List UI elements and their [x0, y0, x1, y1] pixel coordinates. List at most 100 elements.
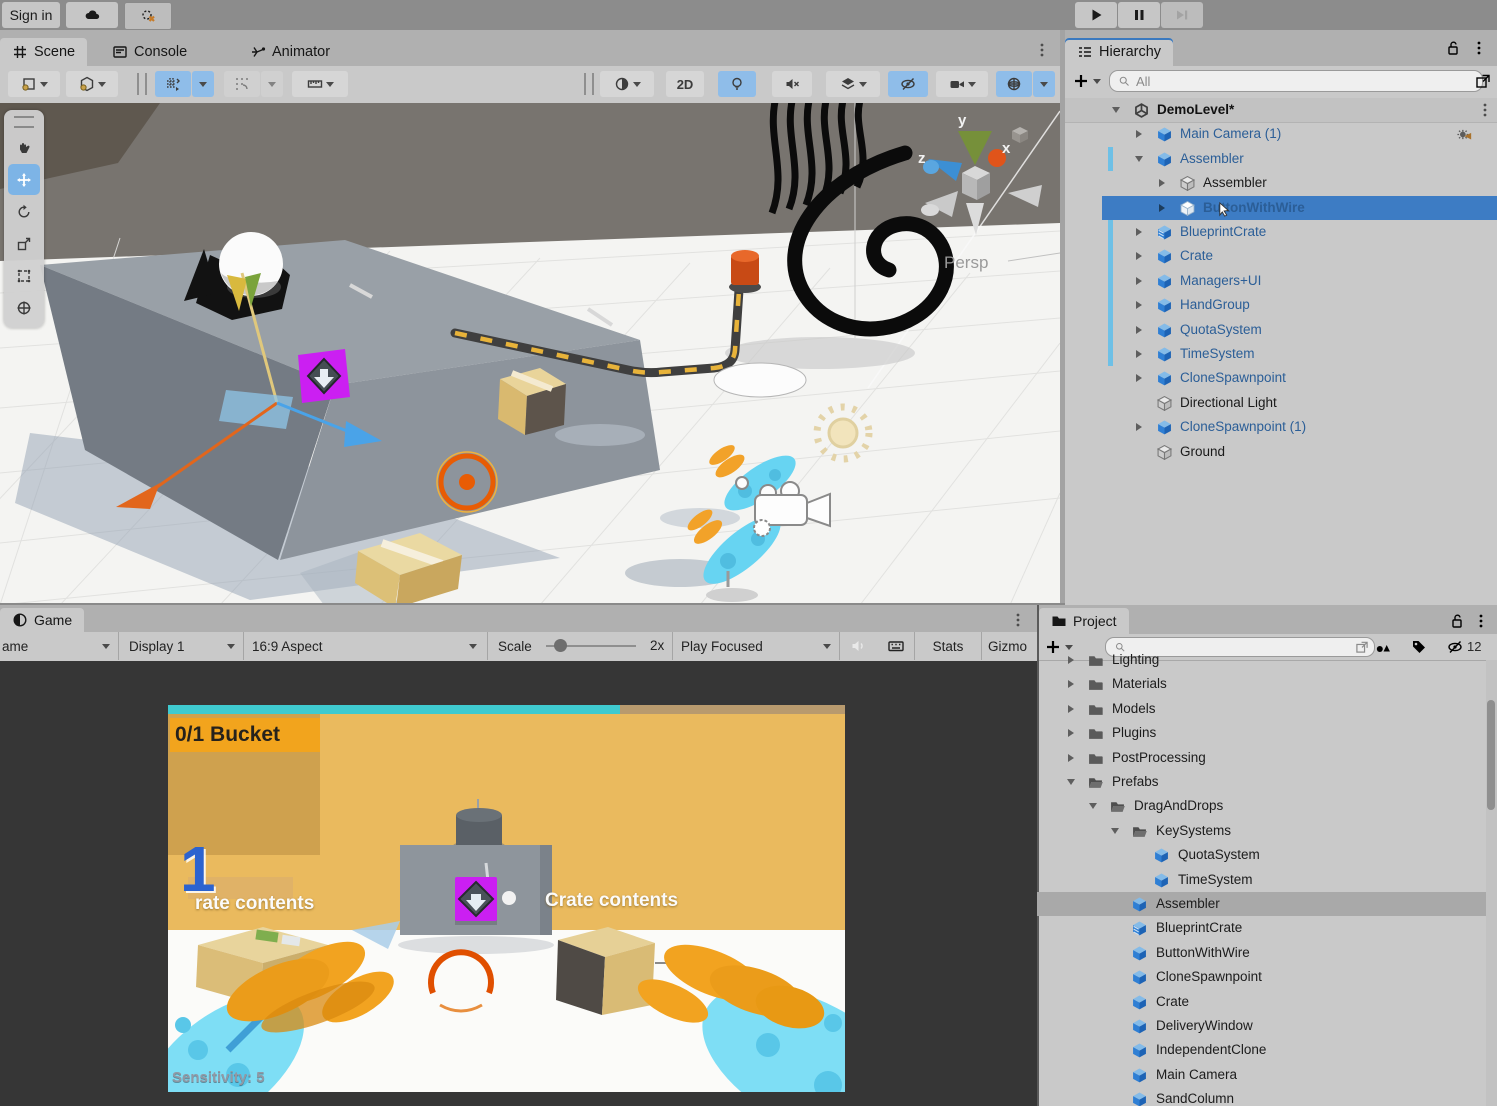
- move-tool[interactable]: [8, 164, 40, 195]
- transform-tool[interactable]: [8, 292, 40, 323]
- project-item-sandcolumn[interactable]: SandColumn: [1037, 1087, 1486, 1106]
- expand-arrow-icon[interactable]: [1068, 656, 1074, 664]
- project-item-postprocessing[interactable]: PostProcessing: [1037, 746, 1486, 770]
- play-button[interactable]: [1075, 2, 1117, 28]
- rect-tool[interactable]: [8, 260, 40, 291]
- display-dropdown[interactable]: Display 1: [119, 632, 244, 660]
- tab-scene[interactable]: Scene: [0, 38, 87, 66]
- scale-tool[interactable]: [8, 228, 40, 259]
- project-item-independentclone[interactable]: IndependentClone: [1037, 1038, 1486, 1062]
- create-object-button[interactable]: [1073, 73, 1089, 89]
- scene-effects-button[interactable]: [826, 71, 880, 97]
- project-item-quotasystem[interactable]: QuotaSystem: [1037, 843, 1486, 867]
- project-item-timesystem[interactable]: TimeSystem: [1037, 868, 1486, 892]
- hierarchy-item-quotasystem[interactable]: QuotaSystem: [1065, 318, 1497, 342]
- perspective-label[interactable]: Persp: [944, 253, 988, 272]
- scene-audio-button[interactable]: [772, 71, 812, 97]
- gizmos-toggle-button[interactable]: [996, 71, 1032, 97]
- expand-arrow-icon[interactable]: [1136, 252, 1142, 260]
- project-scrollbar-thumb[interactable]: [1487, 700, 1495, 810]
- hierarchy-item-directional-light[interactable]: Directional Light: [1065, 391, 1497, 415]
- expand-arrow-icon[interactable]: [1136, 301, 1142, 309]
- project-lock-icon[interactable]: [1449, 613, 1465, 629]
- project-item-prefabs[interactable]: Prefabs: [1037, 770, 1486, 794]
- tab-animator[interactable]: Animator: [238, 38, 342, 66]
- keyboard-capture-button[interactable]: [877, 632, 915, 660]
- hierarchy-item-buttonwithwire[interactable]: ButtonWithWire: [1065, 196, 1497, 220]
- open-search-window-icon[interactable]: [1475, 73, 1491, 89]
- expand-arrow-icon[interactable]: [1068, 680, 1074, 688]
- project-menu-icon[interactable]: [1473, 613, 1489, 629]
- gizmos-dropdown[interactable]: [1033, 71, 1055, 97]
- project-scrollbar-track[interactable]: [1486, 660, 1497, 1106]
- cloud-services-button[interactable]: [66, 2, 118, 28]
- rotate-tool[interactable]: [8, 196, 40, 227]
- expand-arrow-icon[interactable]: [1136, 277, 1142, 285]
- project-item-clonespawnpoint[interactable]: CloneSpawnpoint: [1037, 965, 1486, 989]
- ruler-tool-button[interactable]: [292, 71, 348, 97]
- stats-button[interactable]: Stats: [915, 632, 982, 660]
- expand-arrow-icon[interactable]: [1135, 156, 1143, 162]
- expand-arrow-icon[interactable]: [1067, 779, 1075, 785]
- scene-camera-settings-button[interactable]: [936, 71, 988, 97]
- expand-arrow-icon[interactable]: [1089, 803, 1097, 809]
- game-mode-dropdown[interactable]: ame: [0, 632, 119, 660]
- hierarchy-item-clonespawnpoint[interactable]: CloneSpawnpoint: [1065, 366, 1497, 390]
- scene-visibility-button[interactable]: [888, 71, 928, 97]
- sign-in-button[interactable]: Sign in: [2, 2, 60, 28]
- expand-arrow-icon[interactable]: [1159, 179, 1165, 187]
- snap-increment-dropdown[interactable]: [261, 71, 283, 97]
- project-item-draganddrops[interactable]: DragAndDrops: [1037, 794, 1486, 818]
- project-item-blueprintcrate[interactable]: BlueprintCrate: [1037, 916, 1486, 940]
- grid-snapping-button[interactable]: [155, 71, 191, 97]
- axis-y-label[interactable]: y: [958, 112, 967, 129]
- hierarchy-item-blueprintcrate[interactable]: BlueprintCrate: [1065, 220, 1497, 244]
- project-item-assembler[interactable]: Assembler: [1037, 892, 1486, 916]
- axis-x-label[interactable]: x: [1002, 140, 1011, 157]
- tab-project[interactable]: Project: [1039, 608, 1129, 634]
- step-button[interactable]: [1161, 2, 1203, 28]
- tool-handle-position-button[interactable]: [8, 71, 60, 97]
- project-item-keysystems[interactable]: KeySystems: [1037, 819, 1486, 843]
- axis-z-label[interactable]: z: [918, 150, 926, 167]
- game-render-area[interactable]: 0/1 Bucket 1 rate contents Crate content…: [168, 705, 845, 1092]
- view-hand-tool[interactable]: [8, 132, 40, 163]
- tools-drag-handle[interactable]: [14, 116, 34, 128]
- expand-arrow-icon[interactable]: [1111, 828, 1119, 834]
- hierarchy-menu-icon[interactable]: [1471, 40, 1487, 56]
- hierarchy-search-input[interactable]: All: [1109, 70, 1483, 92]
- grid-snapping-dropdown[interactable]: [192, 71, 214, 97]
- scene-context-menu-icon[interactable]: [1477, 102, 1493, 118]
- expand-arrow-icon[interactable]: [1068, 754, 1074, 762]
- expand-arrow-icon[interactable]: [1136, 326, 1142, 334]
- pause-button[interactable]: [1118, 2, 1160, 28]
- play-focus-dropdown[interactable]: Play Focused: [672, 632, 840, 660]
- project-item-lighting[interactable]: Lighting: [1037, 648, 1486, 672]
- tab-game[interactable]: Game: [0, 608, 84, 632]
- expand-arrow-icon[interactable]: [1068, 729, 1074, 737]
- expand-arrow-icon[interactable]: [1068, 705, 1074, 713]
- tab-hierarchy[interactable]: Hierarchy: [1065, 38, 1173, 66]
- hierarchy-item-demolevel[interactable]: DemoLevel*: [1065, 98, 1497, 123]
- gear-override-icon[interactable]: [1457, 127, 1477, 142]
- lock-icon[interactable]: [1445, 40, 1461, 56]
- project-item-deliverywindow[interactable]: DeliveryWindow: [1037, 1014, 1486, 1038]
- expand-arrow-icon[interactable]: [1136, 423, 1142, 431]
- expand-arrow-icon[interactable]: [1136, 228, 1142, 236]
- hierarchy-item-assembler[interactable]: Assembler: [1065, 147, 1497, 171]
- 2d-mode-button[interactable]: 2D: [666, 71, 704, 97]
- expand-arrow-icon[interactable]: [1136, 374, 1142, 382]
- draw-mode-button[interactable]: [600, 71, 654, 97]
- scene-viewport[interactable]: y x z Persp: [0, 103, 1060, 605]
- mute-audio-button[interactable]: [839, 632, 876, 660]
- gizmos-button[interactable]: Gizmo: [982, 632, 1037, 660]
- tab-console[interactable]: Console: [100, 38, 199, 66]
- ai-assistant-button[interactable]: [124, 2, 172, 30]
- hierarchy-item-crate[interactable]: Crate: [1065, 244, 1497, 268]
- tool-handle-rotation-button[interactable]: [66, 71, 118, 97]
- project-item-plugins[interactable]: Plugins: [1037, 721, 1486, 745]
- hierarchy-item-managers-ui[interactable]: Managers+UI: [1065, 269, 1497, 293]
- hierarchy-item-ground[interactable]: Ground: [1065, 440, 1497, 464]
- game-panel-menu-icon[interactable]: [1010, 612, 1026, 628]
- expand-arrow-icon[interactable]: [1136, 350, 1142, 358]
